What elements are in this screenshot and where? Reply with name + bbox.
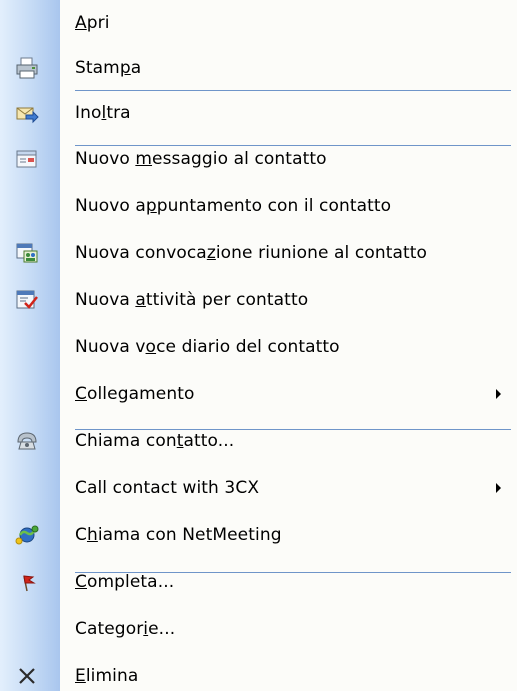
menu-item-nuova-voce-diario[interactable]: Nuova voce diario del contatto [0,323,517,370]
menu-item-label: Nuova voce diario del contatto [75,336,340,357]
menu-item-nuovo-appuntamento[interactable]: Nuovo appuntamento con il contatto [0,182,517,229]
netmeeting-icon [14,523,40,547]
menu-item-label: Categorie... [75,618,176,639]
menu-item-label: Nuovo appuntamento con il contatto [75,195,392,216]
menu-item-elimina[interactable]: Elimina [0,652,517,691]
menu-item-label: Chiama con NetMeeting [75,524,282,545]
menu-item-collegamento[interactable]: Collegamento [0,370,517,417]
delete-icon [14,664,40,688]
menu-item-inoltra[interactable]: Inoltra [0,90,517,135]
menu-item-label: Nuova convocazione riunione al contatto [75,242,428,263]
menu-item-label: Chiama contatto... [75,430,235,451]
menu-item-label: Elimina [75,665,139,686]
menu-item-label: Nuovo messaggio al contatto [75,148,327,169]
submenu-arrow-icon [496,482,501,493]
flag-icon [14,570,40,594]
menu-item-label: Inoltra [75,102,131,123]
menu-items: Apri Stampa Inoltra Nuovo messaggio al c… [0,0,517,691]
submenu-arrow-icon [496,388,501,399]
menu-item-chiama-contatto[interactable]: Chiama contatto... [0,417,517,464]
menu-item-label: Call contact with 3CX [75,477,260,498]
menu-item-label: Collegamento [75,383,195,404]
menu-item-nuovo-messaggio[interactable]: Nuovo messaggio al contatto [0,135,517,182]
menu-item-apri[interactable]: Apri [0,0,517,45]
menu-item-nuova-convocazione[interactable]: Nuova convocazione riunione al contatto [0,229,517,276]
meeting-request-icon [14,241,40,265]
new-message-icon [14,147,40,171]
menu-item-categorie[interactable]: Categorie... [0,605,517,652]
menu-item-label: Stampa [75,57,142,78]
menu-item-call-3cx[interactable]: Call contact with 3CX [0,464,517,511]
printer-icon [14,56,40,80]
context-menu: Apri Stampa Inoltra Nuovo messaggio al c… [0,0,517,691]
menu-item-label: Nuova attività per contatto [75,289,309,310]
menu-item-label: Apri [75,12,110,33]
menu-item-label: Completa... [75,571,175,592]
forward-mail-icon [14,101,40,125]
telephone-icon [14,429,40,453]
menu-item-netmeeting[interactable]: Chiama con NetMeeting [0,511,517,558]
task-icon [14,288,40,312]
menu-item-stampa[interactable]: Stampa [0,45,517,90]
menu-item-completa[interactable]: Completa... [0,558,517,605]
menu-item-nuova-attivita[interactable]: Nuova attività per contatto [0,276,517,323]
